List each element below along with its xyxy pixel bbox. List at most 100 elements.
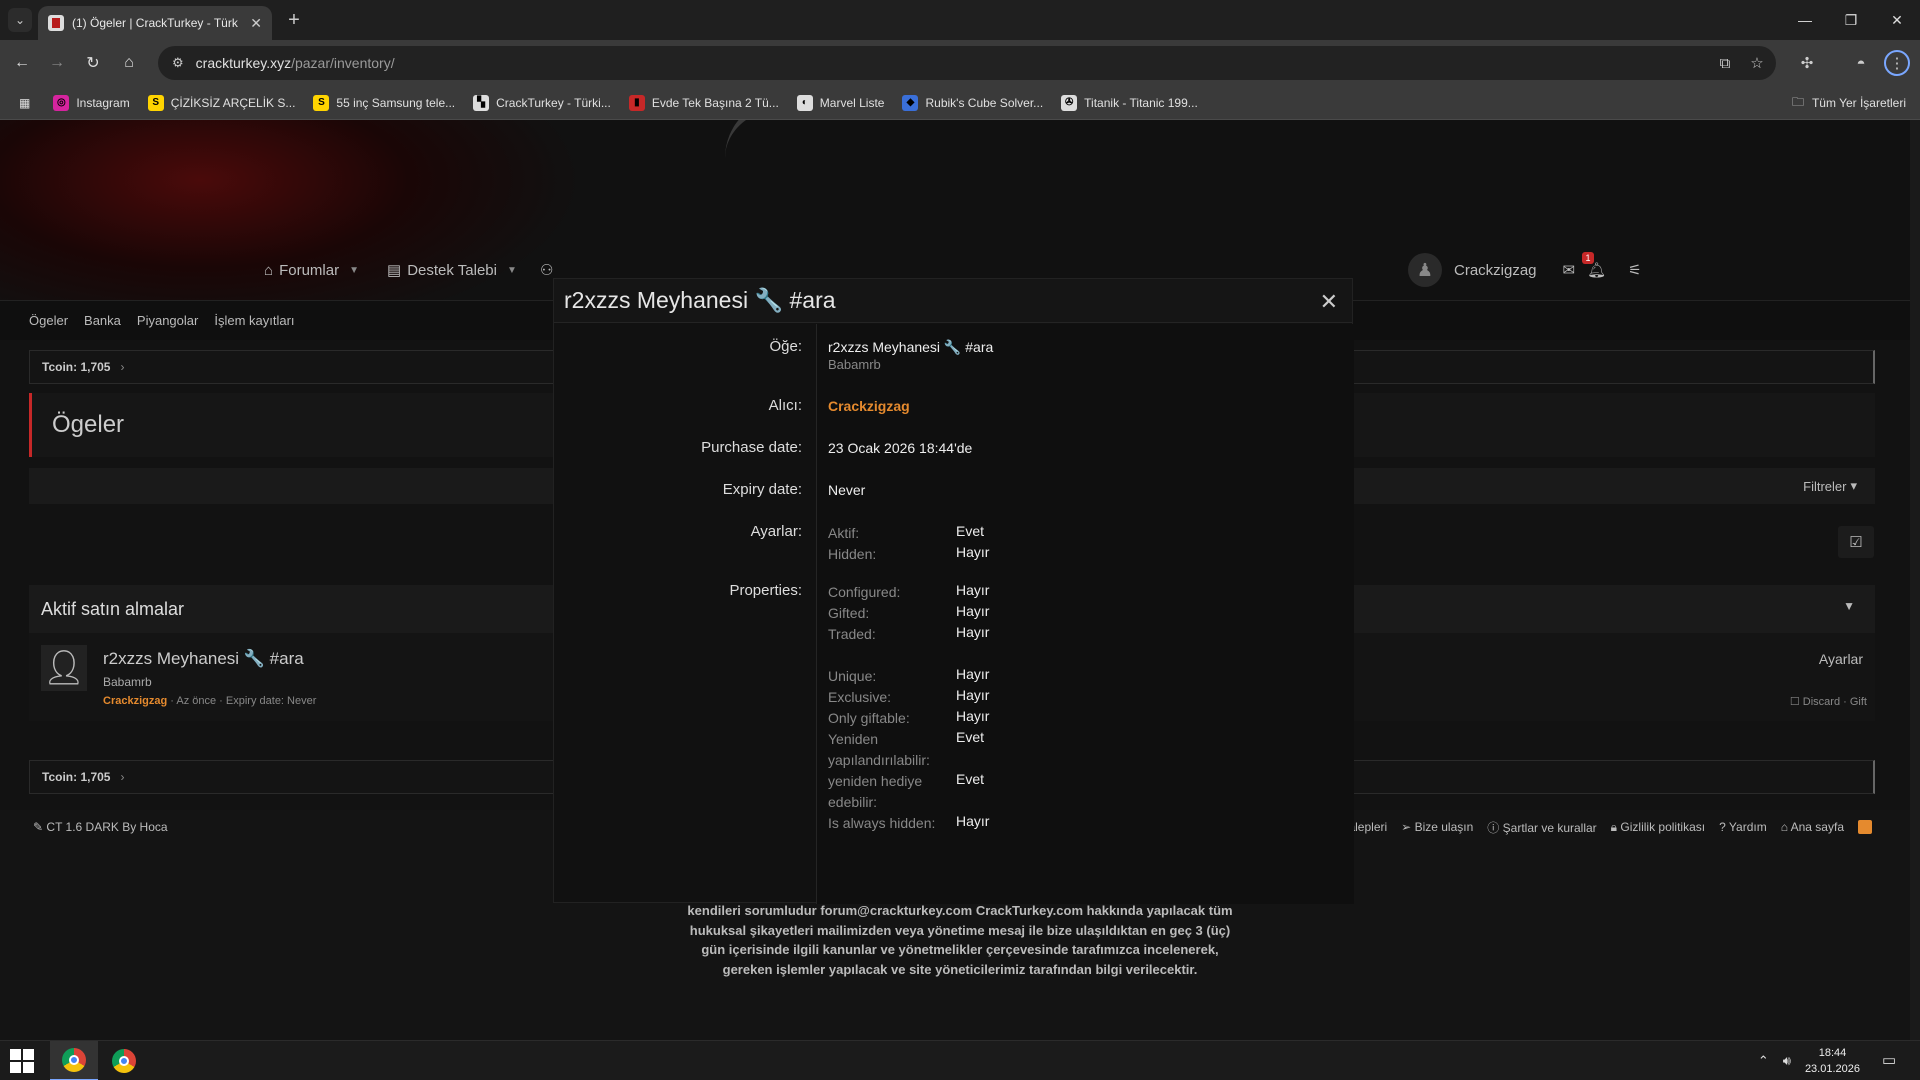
value-expiry-date: Never — [828, 482, 866, 498]
bookmark-star-icon[interactable]: ☆ — [1744, 50, 1770, 76]
home-icon[interactable]: ⌂ — [116, 50, 142, 76]
property-value: Evet — [956, 771, 985, 787]
user-avatar[interactable]: ♟ — [1408, 253, 1442, 287]
collapse-toggle-icon[interactable]: ▼ — [1843, 599, 1855, 613]
all-bookmarks-folder[interactable]: 🗀 Tüm Yer İşaretleri — [1792, 86, 1906, 120]
bookmark-item[interactable]: ▚ CrackTurkey - Türki... — [464, 89, 620, 117]
chevron-down-icon[interactable]: ▼ — [349, 265, 359, 276]
bookmark-label: CrackTurkey - Türki... — [496, 95, 611, 110]
window-close-icon[interactable]: ✕ — [1874, 0, 1920, 40]
label-item: Öğe: — [769, 338, 802, 355]
home-icon: ⌂ — [1780, 820, 1788, 834]
install-app-icon[interactable]: ⧉ — [1712, 50, 1738, 76]
browser-tab-active[interactable]: (1) Ögeler | CrackTurkey - Türk ✕ — [38, 6, 272, 40]
footer-link-home[interactable]: ⌂ Ana sayfa — [1781, 820, 1844, 834]
taskbar-chrome[interactable] — [100, 1041, 148, 1080]
chevron-right-icon: › — [120, 360, 125, 374]
property-value: Hayır — [956, 666, 990, 682]
subnav-lottery[interactable]: Piyangolar — [137, 313, 198, 328]
gift-link[interactable]: Gift — [1850, 696, 1867, 708]
item-owner: Babamrb — [103, 675, 152, 689]
home-label: Ana sayfa — [1790, 820, 1844, 834]
site-info-icon[interactable]: ⚙ — [172, 55, 184, 71]
ticket-icon: ▤ — [387, 262, 402, 279]
envelope-icon[interactable]: ✉ — [1563, 261, 1576, 279]
bookmark-item[interactable]: ◎ Instagram — [44, 89, 138, 117]
property-value: Evet — [956, 729, 985, 745]
profile-avatar-icon[interactable]: ◓ — [1848, 50, 1874, 76]
bookmark-item[interactable]: S ÇİZİKSİZ ARÇELİK S... — [139, 89, 305, 117]
style-label: CT 1.6 DARK By Hoca — [46, 820, 168, 834]
style-chooser[interactable]: ✎ CT 1.6 DARK By Hoca — [33, 820, 168, 834]
nav-support[interactable]: ▤ Destek Talebi ▼ — [387, 250, 517, 290]
bookmark-item[interactable]: ◐ Marvel Liste — [788, 89, 894, 117]
apps-grid-icon[interactable]: ▦ — [10, 89, 44, 117]
tcoin-label: Tcoin: 1,705 — [42, 360, 111, 374]
checkbox-icon[interactable]: ☐ — [1790, 696, 1800, 708]
subnav-bank[interactable]: Banka — [84, 313, 121, 328]
nav-forums[interactable]: ⌂ Forumlar ▼ — [264, 250, 359, 290]
discard-link[interactable]: Discard — [1803, 696, 1840, 708]
notification-center-icon[interactable]: ▭ — [1882, 1051, 1902, 1071]
address-bar[interactable]: ⚙ crackturkey.xyz/pazar/inventory/ — [158, 46, 1776, 80]
chevron-down-icon[interactable]: ▼ — [507, 265, 517, 276]
page-content: ⌂ Forumlar ▼ ▤ Destek Talebi ▼ ⚇ ♟ Crack… — [0, 120, 1920, 1040]
extensions-icon[interactable]: ✣ — [1794, 50, 1820, 76]
filters-button[interactable]: Filtreler ▾ — [1803, 468, 1857, 504]
back-arrow-icon[interactable]: ← — [9, 50, 35, 76]
property-value: Hayır — [956, 582, 990, 598]
url-path: /pazar/inventory/ — [291, 55, 395, 71]
notification-badge: 1 — [1582, 252, 1594, 264]
property-key: yeniden hediye edebilir: — [828, 773, 923, 810]
bookmark-item[interactable]: ✇ Titanik - Titanic 199... — [1052, 89, 1207, 117]
restore-icon[interactable]: ❐ — [1828, 0, 1874, 40]
rss-icon[interactable] — [1858, 820, 1872, 834]
item-name[interactable]: r2xzzs Meyhanesi 🔧 #ara — [103, 649, 304, 669]
site-logo[interactable] — [725, 120, 1235, 208]
clock[interactable]: 18:44 23.01.2026 — [1805, 1045, 1860, 1077]
bookmark-item[interactable]: ▮ Evde Tek Başına 2 Tü... — [620, 89, 788, 117]
caret-down-icon: ▾ — [1850, 478, 1857, 493]
subnav-transactions[interactable]: İşlem kayıtları — [214, 313, 294, 328]
paint-brush-icon: ✎ — [33, 820, 44, 834]
page-scrollbar[interactable] — [1910, 120, 1920, 1040]
bookmark-favicon-icon: S — [313, 94, 330, 111]
item-settings-link[interactable]: Ayarlar — [1819, 651, 1863, 667]
value-recipient[interactable]: Crackzigzag — [828, 398, 910, 414]
tray-chevron-up-icon[interactable]: ⌃ — [1758, 1053, 1769, 1069]
speaker-icon[interactable]: 🔊︎ — [1783, 1053, 1791, 1069]
select-checkbox-icon[interactable]: ☑ — [1838, 526, 1874, 558]
privacy-label: Gizlilik politikası — [1620, 819, 1706, 834]
subnav-items[interactable]: Ögeler — [29, 313, 68, 328]
footer-link-privacy[interactable]: 🔒︎ Gizlilik politikası — [1611, 820, 1705, 835]
menu-kebab-icon[interactable]: ⋮ — [1884, 50, 1910, 76]
forward-arrow-icon[interactable]: → — [44, 50, 70, 76]
bookmark-item[interactable]: ◆ Rubik's Cube Solver... — [893, 89, 1052, 117]
setting-key-active: Aktif: — [828, 525, 860, 541]
footer-link-contact[interactable]: ➢ Bize ulaşın — [1401, 820, 1473, 834]
reload-icon[interactable]: ↻ — [80, 50, 106, 76]
footer-link-terms[interactable]: ⓘ Şartlar ve kurallar — [1487, 819, 1596, 836]
footer-right-links: Destek talepleri ➢ Bize ulaşın ⓘ Şartlar… — [1304, 819, 1872, 836]
modal-close-icon[interactable]: ✕ — [1320, 289, 1338, 315]
item-avatar[interactable]: 👤︎ — [41, 645, 87, 691]
tab-close-icon[interactable]: ✕ — [250, 15, 262, 32]
bookmark-item[interactable]: S 55 inç Samsung tele... — [304, 89, 464, 117]
item-details-modal: r2xzzs Meyhanesi 🔧 #ara ✕ Öğe: r2xzzs Me… — [553, 278, 1354, 904]
settings-sliders-icon[interactable]: ⚟ — [1628, 261, 1641, 279]
windows-start-icon[interactable] — [10, 1049, 34, 1073]
property-key: Exclusive: — [828, 689, 892, 705]
item-expiry: Expiry date: Never — [225, 695, 317, 707]
nav-members-icon[interactable]: ⚇ — [540, 250, 553, 290]
filters-label: Filtreler — [1803, 478, 1847, 494]
modal-divider — [816, 324, 817, 904]
new-tab-plus-icon[interactable]: + — [282, 8, 306, 32]
username-link[interactable]: Crackzigzag — [1454, 262, 1537, 279]
tab-search-chevron-icon[interactable]: ⌄ — [8, 8, 32, 32]
item-user-link[interactable]: Crackzigzag — [103, 695, 167, 707]
minimize-icon[interactable]: — — [1782, 0, 1828, 40]
footer-link-help[interactable]: ? Yardım — [1719, 820, 1767, 834]
taskbar-chrome-active[interactable] — [50, 1041, 98, 1080]
property-key: Yeniden yapılandırılabilir: — [828, 731, 930, 768]
bookmark-favicon-icon: ▮ — [628, 94, 645, 111]
